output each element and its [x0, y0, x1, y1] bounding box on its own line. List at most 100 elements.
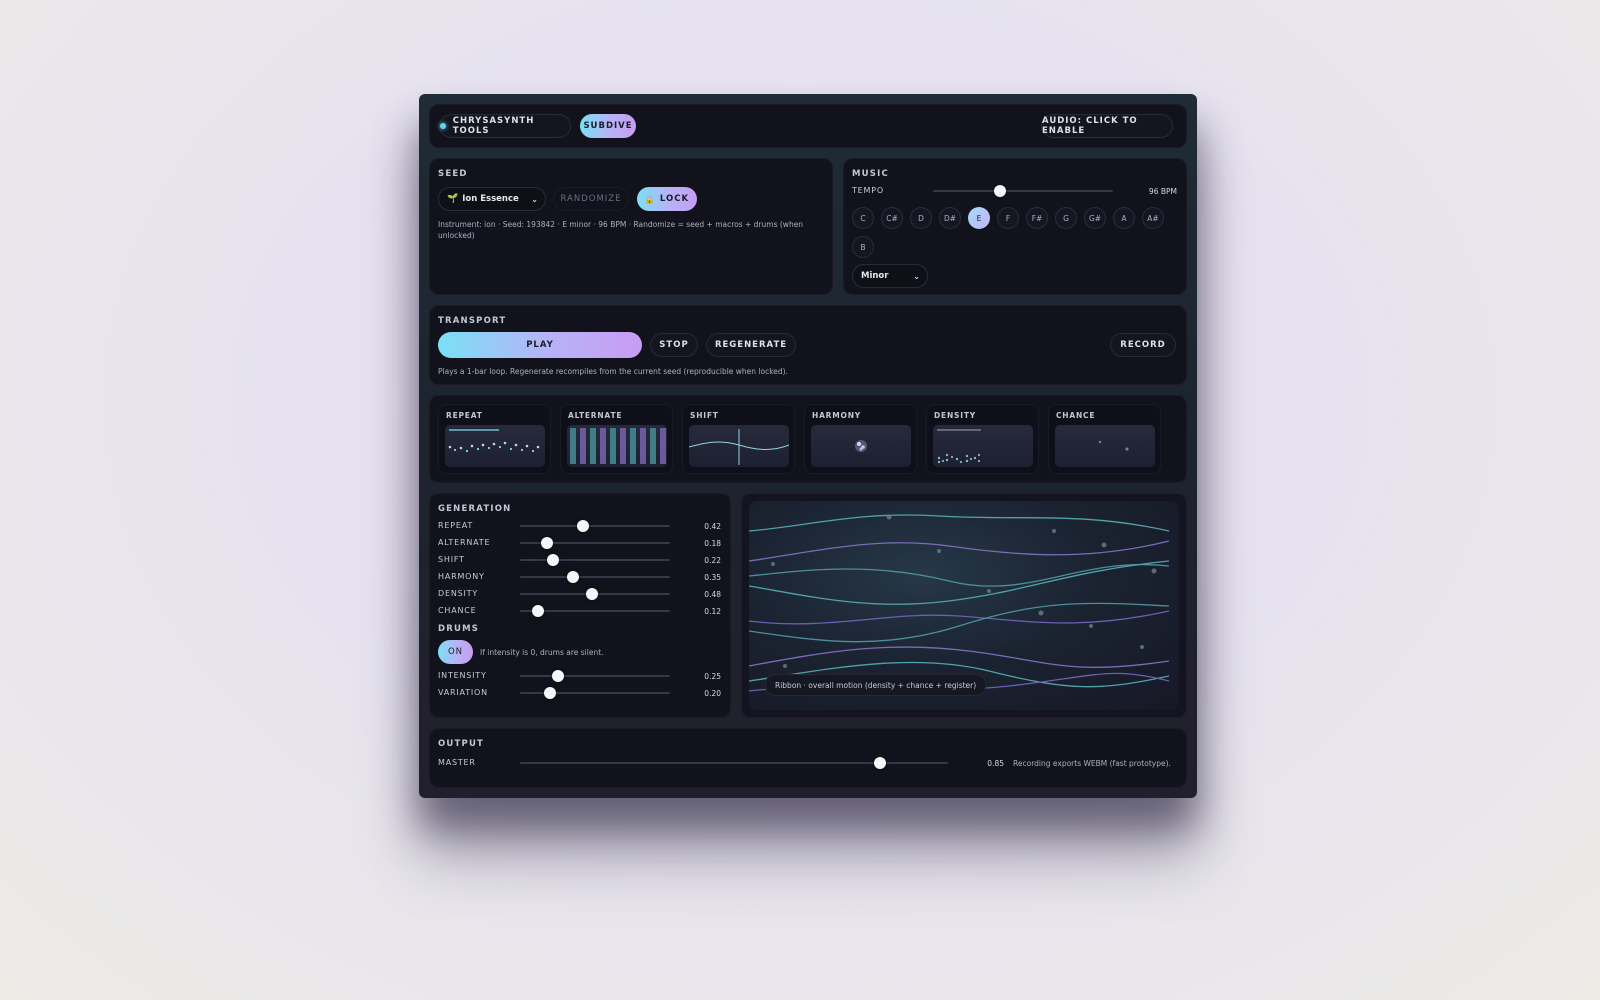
key-button[interactable]: D	[910, 207, 932, 229]
slider-track[interactable]	[520, 525, 670, 527]
key-button[interactable]: F	[997, 207, 1019, 229]
alternate-bar	[600, 428, 606, 464]
header-bar: CHRYSASYNTH TOOLS SUBDIVE AUDIO: CLICK T…	[429, 104, 1187, 148]
stop-button[interactable]: STOP	[650, 333, 698, 357]
macro-card-density[interactable]: DENSITY	[926, 404, 1039, 474]
macro-card-repeat[interactable]: REPEAT	[438, 404, 551, 474]
scale-select[interactable]: Minor ⌄	[852, 264, 928, 288]
tempo-slider-thumb[interactable]	[993, 185, 1006, 197]
chevron-down-icon: ⌄	[531, 194, 538, 204]
macro-strip: REPEAT ALTERNATE SHIFT HARMONY DENSITY C…	[429, 395, 1187, 483]
master-label: MASTER	[438, 758, 476, 767]
slider-label: INTENSITY	[438, 671, 487, 680]
alternate-bar	[630, 428, 636, 464]
alternate-bar	[650, 428, 656, 464]
master-value: 0.85	[987, 759, 1004, 768]
macro-label: ALTERNATE	[568, 411, 623, 420]
slider-value: 0.48	[704, 590, 721, 599]
app-window: CHRYSASYNTH TOOLS SUBDIVE AUDIO: CLICK T…	[419, 94, 1197, 798]
slider-track[interactable]	[520, 675, 670, 677]
mode-button[interactable]: SUBDIVE	[580, 114, 636, 138]
alternate-bar	[610, 428, 616, 464]
tempo-value: 96 BPM	[1148, 187, 1177, 196]
slider-label: VARIATION	[438, 688, 488, 697]
generation-title: GENERATION	[438, 504, 512, 514]
key-button[interactable]: F#	[1026, 207, 1048, 229]
slider-label: ALTERNATE	[438, 538, 491, 547]
key-button[interactable]: A	[1113, 207, 1135, 229]
transport-panel: TRANSPORT PLAY STOP REGENERATE RECORD Pl…	[429, 305, 1187, 385]
chevron-down-icon: ⌄	[913, 271, 920, 281]
macro-label: HARMONY	[812, 411, 862, 420]
alternate-visual	[567, 425, 667, 467]
key-button[interactable]: C	[852, 207, 874, 229]
ribbon-canvas: Ribbon · overall motion (density + chanc…	[749, 501, 1179, 710]
key-button[interactable]: G	[1055, 207, 1077, 229]
music-panel: MUSIC TEMPO 96 BPM C C# D D# E F F# G G# A A# B Min…	[843, 158, 1187, 295]
slider-thumb[interactable]	[551, 670, 564, 682]
macro-label: REPEAT	[446, 411, 483, 420]
tempo-label: TEMPO	[852, 186, 884, 195]
chance-visual	[1055, 425, 1155, 467]
slider-value: 0.20	[704, 689, 721, 698]
slider-thumb[interactable]	[577, 520, 589, 532]
output-note: Recording exports WEBM (fast prototype).	[1013, 759, 1171, 768]
ribbon-caption: Ribbon · overall motion (density + chanc…	[765, 674, 987, 696]
macro-label: CHANCE	[1056, 411, 1096, 420]
alternate-bar	[570, 428, 576, 464]
master-slider-thumb[interactable]	[873, 757, 886, 769]
key-button[interactable]: C#	[881, 207, 903, 229]
play-button[interactable]: PLAY	[438, 332, 642, 358]
lock-button[interactable]: 🔒 LOCK	[637, 187, 697, 211]
scale-value: Minor	[861, 271, 889, 281]
macro-card-shift[interactable]: SHIFT	[682, 404, 795, 474]
seedling-icon: 🌱	[447, 194, 459, 204]
alternate-bar	[660, 428, 666, 464]
slider-thumb[interactable]	[586, 588, 598, 600]
alternate-bar	[620, 428, 626, 464]
key-button[interactable]: G#	[1084, 207, 1106, 229]
key-button[interactable]: A#	[1142, 207, 1164, 229]
macro-card-harmony[interactable]: HARMONY	[804, 404, 917, 474]
seed-title: SEED	[438, 169, 468, 179]
macro-card-alternate[interactable]: ALTERNATE	[560, 404, 673, 474]
drums-toggle-button[interactable]: ON	[438, 640, 473, 664]
generation-panel: GENERATION REPEAT 0.42 ALTERNATE 0.18 SHIFT 0…	[429, 493, 731, 718]
harmony-visual	[811, 425, 911, 467]
slider-thumb[interactable]	[547, 554, 559, 566]
slider-track[interactable]	[520, 692, 670, 694]
slider-label: CHANCE	[438, 606, 477, 615]
slider-value: 0.18	[704, 539, 721, 548]
audio-enable-button[interactable]: AUDIO: CLICK TO ENABLE	[1041, 114, 1173, 138]
seed-info: Instrument: ion · Seed: 193842 · E minor…	[438, 220, 804, 240]
slider-thumb[interactable]	[544, 687, 556, 699]
key-button[interactable]: B	[852, 236, 874, 258]
slider-track[interactable]	[520, 576, 670, 578]
alternate-bar	[640, 428, 646, 464]
brand-label: CHRYSASYNTH TOOLS	[452, 116, 535, 136]
density-visual	[933, 425, 1033, 467]
key-button[interactable]: D#	[939, 207, 961, 229]
lock-label: LOCK	[659, 194, 690, 204]
lock-icon: 🔒	[644, 194, 656, 204]
slider-thumb[interactable]	[532, 605, 544, 617]
slider-thumb[interactable]	[541, 537, 553, 549]
shift-visual	[689, 425, 789, 467]
slider-track[interactable]	[520, 559, 670, 561]
slider-value: 0.42	[704, 522, 721, 531]
randomize-button[interactable]: RANDOMIZE	[553, 187, 629, 211]
ribbon-panel: Ribbon · overall motion (density + chanc…	[741, 493, 1187, 718]
macro-card-chance[interactable]: CHANCE	[1048, 404, 1161, 474]
record-button[interactable]: RECORD	[1110, 333, 1176, 357]
key-button[interactable]: E	[968, 207, 990, 229]
slider-label: SHIFT	[438, 555, 465, 564]
slider-label: DENSITY	[438, 589, 479, 598]
regenerate-button[interactable]: REGENERATE	[706, 333, 796, 357]
slider-value: 0.35	[704, 573, 721, 582]
macro-label: DENSITY	[934, 411, 976, 420]
slider-label: HARMONY	[438, 572, 485, 581]
alternate-bar	[580, 428, 586, 464]
slider-thumb[interactable]	[566, 571, 579, 583]
tempo-slider-track[interactable]	[933, 190, 1113, 192]
preset-select[interactable]: 🌱 Ion Essence ⌄	[438, 187, 546, 211]
